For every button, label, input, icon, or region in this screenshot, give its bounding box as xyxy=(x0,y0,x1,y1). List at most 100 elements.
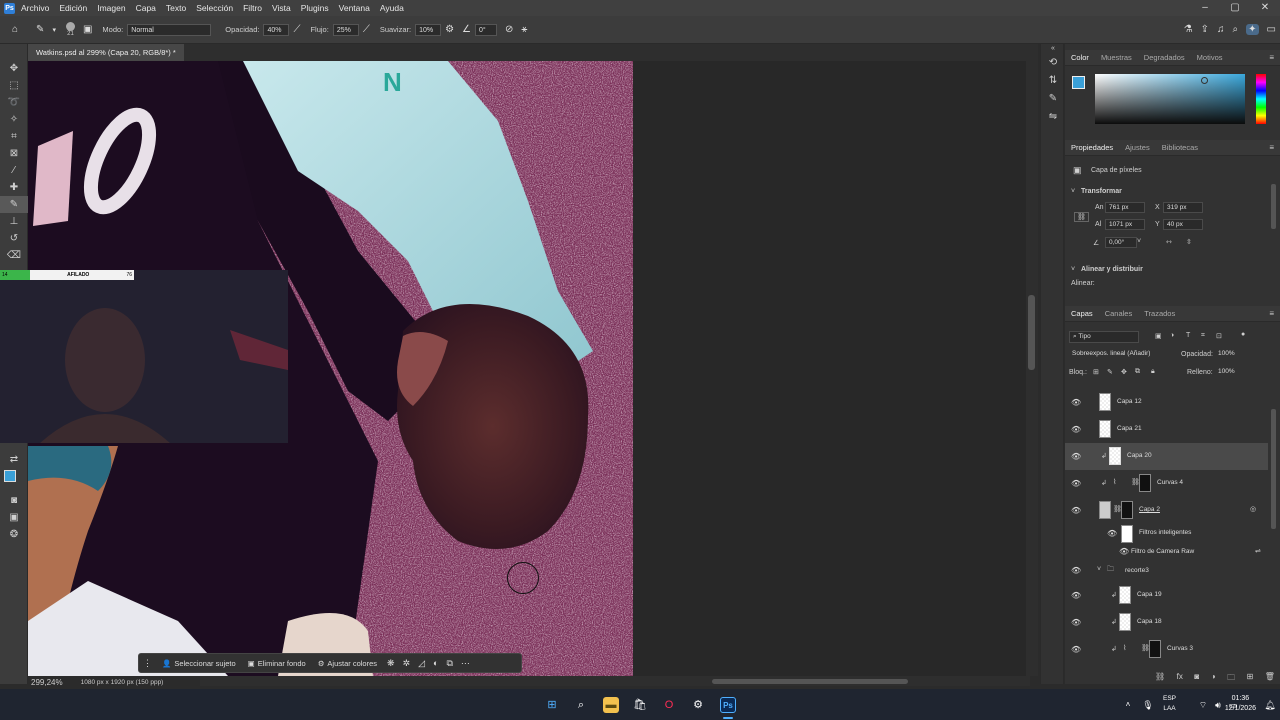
chevron-down-icon[interactable]: ▾ xyxy=(52,26,56,34)
layer-row-selected[interactable]: 👁︎ ↲ Capa 20 xyxy=(1065,443,1268,470)
windows-start-icon[interactable]: ⊞ xyxy=(544,697,560,713)
group-expand-chevron-icon[interactable]: ˅ xyxy=(1097,566,1101,573)
quick-select-tool-icon[interactable]: ✧ xyxy=(0,111,28,128)
layer-row[interactable]: 👁︎ Capa 21 xyxy=(1065,416,1268,443)
more-options-icon[interactable]: ⋯ xyxy=(461,658,470,669)
hue-slider[interactable] xyxy=(1256,74,1266,124)
angle-field[interactable]: 0,00° xyxy=(1105,237,1137,248)
menu-ventana[interactable]: Ventana xyxy=(339,3,370,13)
visibility-eye-icon[interactable]: 👁︎ xyxy=(1071,645,1081,654)
tab-properties[interactable]: Propiedades xyxy=(1071,143,1113,152)
move-tool-icon[interactable]: ✥ xyxy=(0,60,28,77)
remove-background-button[interactable]: ▣ Eliminar fondo xyxy=(248,659,306,668)
brush-tool-icon[interactable]: ✎ xyxy=(0,196,28,213)
tab-swatches[interactable]: Muestras xyxy=(1101,53,1132,62)
menu-ayuda[interactable]: Ayuda xyxy=(380,3,404,13)
quick-mask-icon[interactable]: ◙ xyxy=(0,492,28,509)
sparkle-icon[interactable]: ✲ xyxy=(403,658,411,669)
tab-gradients[interactable]: Degradados xyxy=(1144,53,1185,62)
menu-plugins[interactable]: Plugins xyxy=(301,3,329,13)
align-section-title[interactable]: Alinear y distribuir xyxy=(1081,266,1143,273)
menu-seleccion[interactable]: Selección xyxy=(196,3,233,13)
lock-artboard-icon[interactable]: ⧉ xyxy=(1135,368,1140,376)
delete-layer-icon[interactable]: 🗑︎ xyxy=(1265,672,1275,684)
mode-select[interactable]: Normal xyxy=(127,23,212,36)
zoom-level[interactable]: 299,24% xyxy=(31,678,63,687)
share-icon[interactable]: ⇪ xyxy=(1201,24,1209,35)
visibility-eye-icon[interactable]: 👁︎ xyxy=(1071,506,1081,515)
panel-menu-icon[interactable]: ≡ xyxy=(1269,309,1274,318)
visibility-eye-icon[interactable]: 👁︎ xyxy=(1071,479,1081,488)
add-mask-icon[interactable]: ◙ xyxy=(1194,672,1199,684)
visibility-eye-icon[interactable]: 👁︎ xyxy=(1071,618,1081,627)
height-field[interactable]: 1071 px xyxy=(1105,219,1145,230)
brush-tool-icon[interactable]: ✎ xyxy=(36,24,44,35)
lock-position-icon[interactable]: ✥ xyxy=(1121,368,1127,376)
opacity-field[interactable]: 40% xyxy=(263,23,290,36)
volume-icon[interactable]: 🔊︎ xyxy=(1210,697,1226,713)
search-icon[interactable]: ⌕ xyxy=(573,697,589,713)
flip-vertical-icon[interactable]: ⇳ xyxy=(1186,238,1192,246)
filter-adjustment-icon[interactable]: ◑ xyxy=(1170,332,1174,339)
visibility-eye-icon[interactable]: 👁︎ xyxy=(1071,566,1081,575)
visibility-eye-icon[interactable]: 👁︎ xyxy=(1119,547,1129,556)
layer-row[interactable]: 👁︎ ⛓ Capa 2 ◎ xyxy=(1065,497,1268,524)
home-icon[interactable]: ⌂ xyxy=(12,24,18,35)
layers-scrollbar[interactable] xyxy=(1271,409,1276,529)
transform-section-title[interactable]: Transformar xyxy=(1081,188,1122,195)
minimize-icon[interactable]: – xyxy=(1190,0,1220,16)
pressure-opacity-icon[interactable]: ⟋ xyxy=(293,24,300,35)
horizontal-scroll-thumb[interactable] xyxy=(712,679,908,684)
align-chevron-icon[interactable]: ˅ xyxy=(1071,266,1075,273)
notifications-bell-icon[interactable]: ♫ xyxy=(1217,24,1225,35)
transform-icon[interactable]: ◿ xyxy=(418,658,425,669)
visibility-eye-icon[interactable]: 👁︎ xyxy=(1071,425,1081,434)
brush-settings-panel-icon[interactable]: ✎ xyxy=(1041,90,1065,108)
microphone-icon[interactable]: 🎙︎ xyxy=(1140,697,1156,713)
properties-scrollbar[interactable] xyxy=(1271,184,1276,229)
opacity-field[interactable]: 100% xyxy=(1215,349,1245,360)
vertical-scroll-thumb[interactable] xyxy=(1028,295,1035,370)
microsoft-store-icon[interactable]: 🛍︎ xyxy=(632,697,648,713)
actions-panel-icon[interactable]: ⇅ xyxy=(1041,72,1065,90)
filter-shape-icon[interactable]: ⌗ xyxy=(1201,332,1205,340)
tab-libraries[interactable]: Bibliotecas xyxy=(1162,143,1198,152)
layer-row[interactable]: 👁︎ ↲ ⌇ ⛓ Curvas 3 xyxy=(1065,636,1268,663)
maximize-icon[interactable]: ▢ xyxy=(1220,0,1250,16)
new-layer-icon[interactable]: ⊞ xyxy=(1247,672,1254,684)
collapse-chevron-icon[interactable]: « xyxy=(1041,44,1065,54)
panel-menu-icon[interactable]: ≡ xyxy=(1269,143,1274,152)
visibility-eye-icon[interactable]: 👁︎ xyxy=(1071,591,1081,600)
transform-chevron-icon[interactable]: ˅ xyxy=(1071,188,1075,195)
drag-handle-icon[interactable]: ⋮ xyxy=(143,658,152,669)
fx-icon[interactable]: fx xyxy=(1177,672,1183,684)
discover-icon[interactable]: ✦ xyxy=(1246,24,1259,35)
smooth-settings-gear-icon[interactable]: ⚙ xyxy=(445,24,454,35)
generative-icon[interactable]: ❂ xyxy=(0,526,28,543)
x-field[interactable]: 319 px xyxy=(1163,202,1203,213)
menu-imagen[interactable]: Imagen xyxy=(97,3,125,13)
filter-toggle-icon[interactable]: ● xyxy=(1241,331,1245,338)
healing-brush-tool-icon[interactable]: ✚ xyxy=(0,179,28,196)
color-swatches[interactable] xyxy=(0,468,28,492)
eyedropper-tool-icon[interactable]: ⁄ xyxy=(0,162,28,179)
tab-color[interactable]: Color xyxy=(1071,53,1089,62)
link-dimensions-icon[interactable]: ⛓ xyxy=(1074,212,1089,222)
tab-patterns[interactable]: Motivos xyxy=(1197,53,1223,62)
search-icon[interactable]: ⌕ xyxy=(1233,24,1239,35)
adjust-colors-button[interactable]: ⚙ Ajustar colores xyxy=(318,659,377,668)
smooth-field[interactable]: 10% xyxy=(415,23,442,36)
filter-text-icon[interactable]: T xyxy=(1186,332,1190,339)
menu-edicion[interactable]: Edición xyxy=(59,3,87,13)
lab-flask-icon[interactable]: ⚗ xyxy=(1184,24,1193,35)
lock-all-icon[interactable]: 🔒︎ xyxy=(1151,368,1155,376)
smart-filters-row[interactable]: 👁︎ Filtros inteligentes xyxy=(1065,524,1268,544)
layer-row[interactable]: 👁︎ ↲ ⌇ ⛓ Curvas 4 xyxy=(1065,470,1268,497)
flow-field[interactable]: 25% xyxy=(332,23,359,36)
camera-raw-filter-row[interactable]: 👁︎ Filtro de Camera Raw ⇌ xyxy=(1065,544,1268,560)
steam-icon[interactable]: ⚙ xyxy=(690,697,706,713)
fill-field[interactable]: 100% xyxy=(1215,367,1245,378)
tab-adjustments[interactable]: Ajustes xyxy=(1125,143,1150,152)
color-field[interactable] xyxy=(1095,74,1245,124)
filter-options-icon[interactable]: ⇌ xyxy=(1255,547,1261,555)
